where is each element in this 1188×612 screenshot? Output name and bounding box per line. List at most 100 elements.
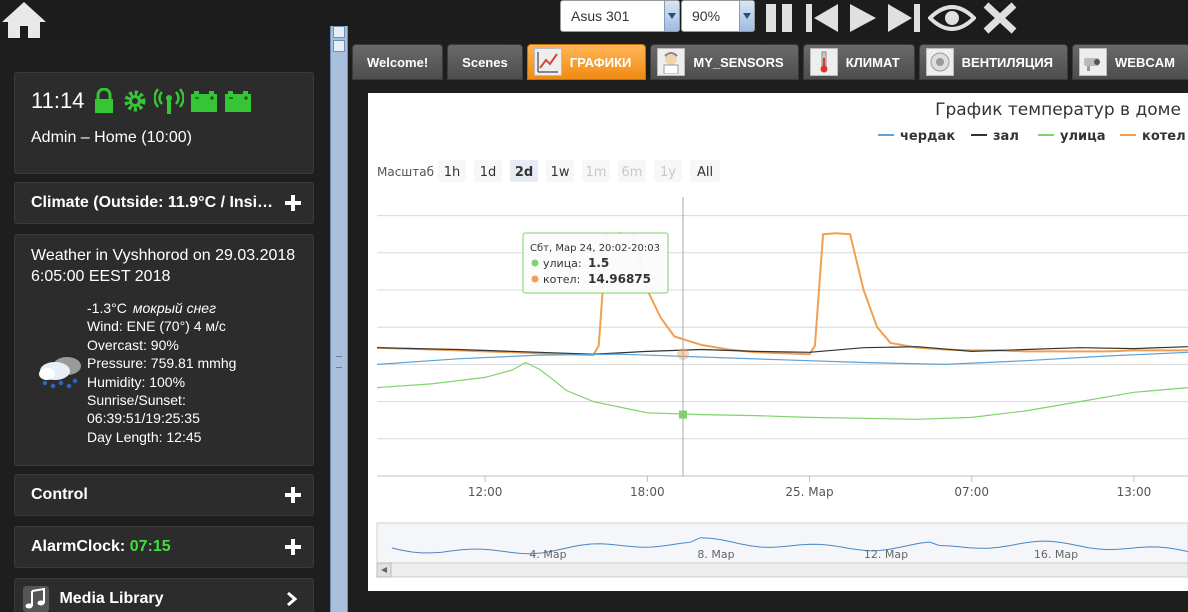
chart-svg: График температур в доме чердак зал улица к…	[376, 100, 1188, 578]
tab-welcome[interactable]: Welcome!	[352, 44, 444, 80]
sidebar: 11:14 Admin – Home (10:00) Climate (Outs…	[0, 40, 330, 612]
plus-icon[interactable]	[285, 487, 301, 503]
chart-icon	[533, 48, 562, 76]
media-panel-title: Media Library	[15, 579, 313, 612]
weather-overcast: Overcast: 90%	[87, 336, 179, 353]
splitter-cap[interactable]	[333, 26, 345, 38]
panel-splitter[interactable]	[330, 26, 348, 612]
climate-panel[interactable]: Climate (Outside: 11.9°C / Insi…	[14, 182, 314, 224]
lock-icon[interactable]	[92, 88, 116, 114]
series-line	[376, 232, 1188, 357]
weather-humidity: Humidity: 100%	[87, 373, 186, 390]
range-button-label: 2d	[515, 165, 533, 180]
x-tick-label: 13:00	[1117, 485, 1152, 499]
climate-summary: Climate (Outside: 11.9°C / Insi…	[31, 194, 274, 211]
tab-label: Scenes	[462, 54, 508, 70]
player-controls	[762, 0, 1024, 36]
scientist-icon	[657, 48, 686, 76]
legend-label: чердак	[900, 129, 955, 144]
device-select[interactable]: Asus 301	[560, 0, 680, 32]
app-root: Asus 301 90% 11:14 Admin – Home (10:00) …	[0, 0, 1188, 612]
chevron-down-icon	[739, 1, 754, 31]
x-axis: 12:00 18:00 25. Мар 07:00 13:00	[468, 476, 1151, 499]
temperature-chart[interactable]: График температур в доме чердак зал улица к…	[368, 93, 1188, 591]
tooltip-series-name: котел:	[543, 273, 580, 286]
tab-my-sensors[interactable]: MY_SENSORS	[650, 44, 799, 80]
chart-series	[376, 232, 1188, 420]
chevron-right-icon[interactable]	[285, 591, 299, 607]
tab-ventilyaciya[interactable]: ВЕНТИЛЯЦИЯ	[918, 44, 1069, 80]
status-panel: 11:14 Admin – Home (10:00)	[14, 72, 314, 174]
device-select-value: Asus 301	[571, 8, 630, 24]
media-panel[interactable]: Media Library	[14, 578, 314, 612]
thermometer-icon	[809, 48, 838, 76]
tab-label: КЛИМАТ	[845, 54, 900, 70]
range-label: Масштаб	[377, 165, 434, 179]
tab-label: ВЕНТИЛЯЦИЯ	[961, 54, 1054, 70]
gear-icon[interactable]	[122, 88, 148, 114]
tab-label: Welcome!	[367, 54, 429, 70]
weather-body: -1.3°C мокрый снег Wind: ENE (70°) 4 м/с …	[15, 299, 313, 446]
pause-icon[interactable]	[762, 2, 798, 34]
navigator-tick-label: 16. Мар	[1034, 548, 1078, 561]
range-button-label: All	[697, 165, 713, 180]
series-line	[376, 361, 1188, 420]
tooltip-marker	[531, 259, 539, 267]
tooltip-series-value: 14.96875	[588, 272, 651, 286]
weather-temperature: -1.3°C	[87, 300, 127, 316]
weather-details: -1.3°C мокрый снег Wind: ENE (70°) 4 м/с …	[87, 299, 313, 446]
x-tick-label: 12:00	[468, 485, 503, 499]
wireless-icon[interactable]	[154, 88, 185, 114]
content-area: График температур в доме чердак зал улица к…	[352, 80, 1188, 612]
range-selector: 1h 1d 2d 1w 1m 6m 1y All	[438, 160, 720, 182]
close-icon[interactable]	[982, 2, 1018, 34]
alarm-panel[interactable]: AlarmClock: 07:15	[14, 526, 314, 568]
splitter-grip[interactable]	[336, 356, 342, 368]
control-title: Control	[31, 486, 88, 503]
control-panel[interactable]: Control	[14, 474, 314, 516]
plus-icon[interactable]	[285, 195, 301, 211]
weather-panel: Weather in Vyshhorod on 29.03.2018 6:05:…	[14, 234, 314, 466]
chart-navigator[interactable]: 4. Мар 8. Мар 12. Мар 16. Мар	[376, 522, 1188, 578]
tab-webcam[interactable]: WEBCAM	[1072, 44, 1188, 80]
next-icon[interactable]	[886, 2, 922, 34]
music-note-icon	[23, 585, 49, 612]
x-tick-label: 07:00	[954, 485, 989, 499]
tab-label: ГРАФИКИ	[569, 54, 632, 70]
tab-klimat[interactable]: КЛИМАТ	[802, 44, 915, 80]
navigator-tick-label: 8. Мар	[697, 548, 734, 561]
weather-title: Weather in Vyshhorod on 29.03.2018 6:05:…	[31, 247, 296, 285]
weather-day-length: Day Length: 12:45	[87, 428, 202, 445]
weather-pressure: Pressure: 759.81 mmhg	[87, 355, 237, 372]
range-button-label: 1m	[586, 165, 607, 180]
tab-label: MY_SENSORS	[693, 54, 784, 70]
navigator-scrollbar	[376, 562, 1188, 578]
tab-bar: Welcome! Scenes ГРАФИКИ MY_SENSORS КЛИМА…	[352, 44, 1188, 80]
battery-icon[interactable]	[224, 89, 252, 113]
weather-sun-label: Sunrise/Sunset:	[87, 392, 186, 409]
alarm-panel-title: AlarmClock: 07:15	[15, 527, 313, 567]
chevron-up-icon[interactable]	[333, 40, 345, 52]
play-icon[interactable]	[846, 2, 880, 34]
battery-icon[interactable]	[190, 89, 218, 113]
home-icon[interactable]	[0, 0, 48, 40]
tab-scenes[interactable]: Scenes	[447, 44, 523, 80]
tooltip-marker	[531, 275, 539, 283]
climate-panel-title: Climate (Outside: 11.9°C / Insi…	[15, 183, 313, 223]
navigator-tick-label: 12. Мар	[864, 548, 908, 561]
alarm-label: AlarmClock:	[31, 538, 126, 555]
eye-icon[interactable]	[928, 2, 976, 34]
top-bar: Asus 301 90%	[0, 0, 1188, 40]
weather-temperature-row: -1.3°C мокрый снег	[87, 299, 313, 317]
tab-label: WEBCAM	[1115, 54, 1175, 70]
fan-icon	[925, 48, 954, 76]
range-button-label: 1w	[551, 165, 570, 180]
tab-grafiki[interactable]: ГРАФИКИ	[526, 44, 647, 80]
zoom-select[interactable]: 90%	[681, 0, 755, 32]
tooltip-series-name: улица:	[543, 257, 582, 270]
previous-icon[interactable]	[804, 2, 840, 34]
plus-icon[interactable]	[285, 539, 301, 555]
chart-legend: чердак зал улица котел	[878, 129, 1186, 144]
chart-title: График температур в доме	[935, 100, 1181, 120]
range-button-label: 1y	[660, 165, 676, 180]
